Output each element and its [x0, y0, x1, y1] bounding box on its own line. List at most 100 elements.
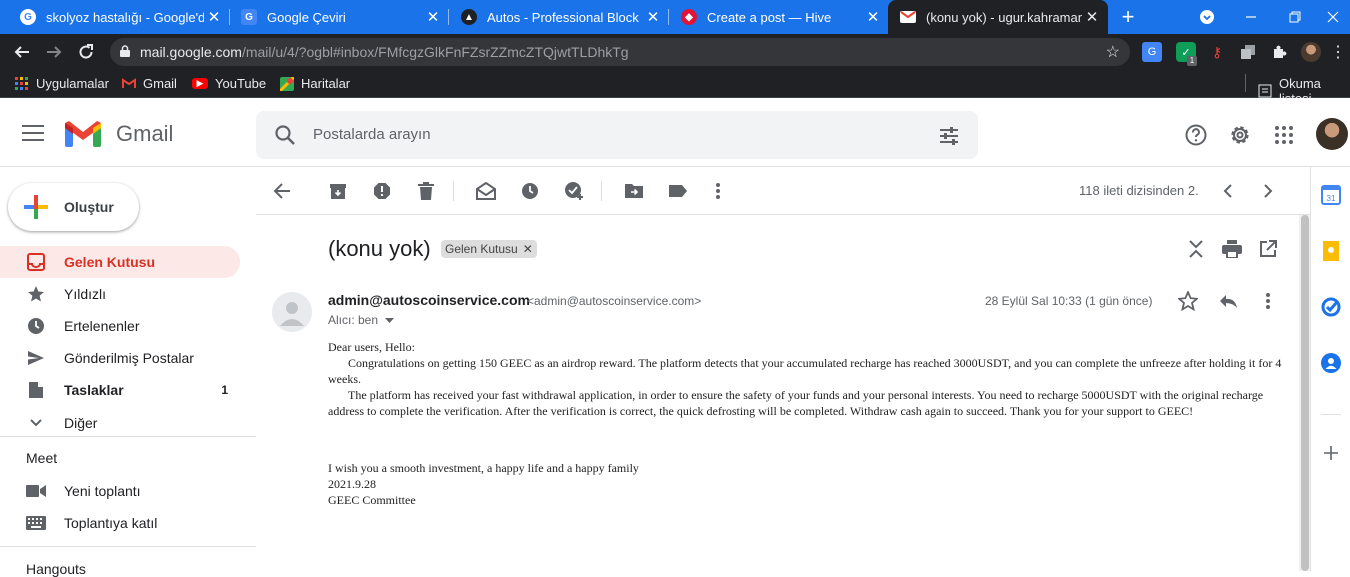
close-icon[interactable]: ✕ [423, 8, 443, 26]
account-avatar[interactable] [1316, 118, 1348, 150]
label-icon[interactable] [666, 179, 690, 203]
meet-new-meeting[interactable]: Yeni toplantı [0, 475, 240, 507]
forward-arrow-icon[interactable] [40, 38, 68, 66]
youtube-icon: ▶ [192, 78, 208, 89]
back-arrow-icon[interactable] [8, 38, 36, 66]
close-icon[interactable]: ✕ [204, 8, 224, 26]
sidebar-item-drafts[interactable]: Taslaklar 1 [0, 374, 240, 406]
close-icon[interactable]: ✕ [643, 8, 663, 26]
sender-name[interactable]: admin@autoscoinservice.com [328, 292, 530, 308]
more-actions-icon[interactable] [706, 179, 730, 203]
more-vert-icon[interactable] [1256, 289, 1280, 313]
star-icon[interactable] [1176, 289, 1200, 313]
delete-icon[interactable] [414, 179, 438, 203]
gmail-logo-icon[interactable] [64, 120, 102, 148]
sidebar-item-more[interactable]: Diğer [0, 407, 240, 439]
browser-tab-gmail[interactable]: (konu yok) - ugur.kahraman4 ✕ [888, 0, 1108, 34]
gear-icon[interactable] [1228, 123, 1252, 147]
browser-tab-google-search[interactable]: G skolyoz hastalığı - Google'da Ara ✕ [8, 0, 230, 34]
sidebar-item-starred[interactable]: Yıldızlı [0, 278, 240, 310]
mail-search-bar[interactable]: Postalarda arayın [256, 111, 978, 159]
reply-icon[interactable] [1216, 289, 1240, 313]
reload-icon[interactable] [72, 38, 100, 66]
main-menu-icon[interactable] [22, 125, 44, 143]
compose-plus-icon [22, 193, 50, 221]
back-to-inbox-icon[interactable] [270, 179, 294, 203]
collapse-all-icon[interactable] [1184, 237, 1208, 261]
snooze-icon[interactable] [518, 179, 542, 203]
report-spam-icon[interactable] [370, 179, 394, 203]
compose-button[interactable]: Oluştur [8, 183, 139, 231]
drafts-count: 1 [221, 383, 228, 397]
meet-join-meeting[interactable]: Toplantıya katıl [0, 507, 240, 539]
search-input[interactable]: Postalarda arayın [313, 126, 431, 143]
next-message-icon[interactable] [1256, 179, 1280, 203]
browser-tab-translate[interactable]: G Google Çeviri ✕ [229, 0, 449, 34]
apps-grid-icon [15, 76, 29, 91]
browser-tab-autos[interactable]: ▲ Autos - Professional Block Chain ✕ [449, 0, 669, 34]
message-view: 118 ileti dizisinden 2. (konu yok) Gelen… [256, 167, 1310, 571]
previous-message-icon[interactable] [1216, 179, 1240, 203]
sidebar-item-inbox[interactable]: Gelen Kutusu [0, 246, 240, 278]
rail-divider [1321, 414, 1341, 415]
tab-search-icon[interactable] [1185, 0, 1229, 34]
message-date: 28 Eylül Sal 10:33 (1 gün önce) [985, 294, 1153, 308]
profile-avatar-icon[interactable] [1301, 42, 1321, 62]
mark-unread-icon[interactable] [474, 179, 498, 203]
maps-icon [280, 76, 294, 91]
google-apps-icon[interactable] [1272, 123, 1296, 147]
new-tab-button[interactable]: + [1107, 0, 1149, 34]
inbox-icon [26, 252, 46, 272]
translate-extension-icon[interactable]: G [1142, 42, 1162, 62]
more-vert-icon[interactable]: ⋮ [1328, 42, 1348, 62]
lock-icon [120, 44, 130, 60]
contacts-icon[interactable] [1319, 351, 1343, 375]
search-options-icon[interactable] [938, 125, 960, 147]
bookmarks-bar: Uygulamalar Gmail ▶ YouTube Haritalar Ok… [0, 70, 1350, 106]
sidebar-item-label: Yıldızlı [64, 286, 107, 302]
remove-label-icon[interactable]: ✕ [523, 242, 533, 256]
recipient-details[interactable]: Alıcı: ben [328, 313, 395, 327]
gmail-wordmark: Gmail [116, 121, 174, 146]
minimize-icon[interactable] [1229, 0, 1273, 34]
bookmark-apps[interactable]: Uygulamalar [15, 76, 109, 91]
recipient-text: Alıcı: ben [328, 313, 379, 327]
help-icon[interactable] [1184, 123, 1208, 147]
bookmark-youtube[interactable]: ▶ YouTube [192, 76, 266, 91]
bookmark-star-icon[interactable]: ☆ [1106, 42, 1120, 62]
print-icon[interactable] [1220, 237, 1244, 261]
browser-tab-strip: G skolyoz hastalığı - Google'da Ara ✕ G … [0, 0, 1350, 34]
window-close-icon[interactable] [1311, 0, 1350, 34]
add-to-tasks-icon[interactable] [562, 179, 586, 203]
tasks-icon[interactable] [1319, 295, 1343, 319]
sidebar-item-snoozed[interactable]: Ertelenenler [0, 310, 240, 342]
keep-icon[interactable] [1319, 239, 1343, 263]
address-bar[interactable]: mail.google.com /mail/u/4/?ogbl#inbox/FM… [110, 38, 1130, 66]
scrollbar[interactable] [1299, 215, 1310, 571]
sidebar-item-sent[interactable]: Gönderilmiş Postalar [0, 342, 240, 374]
puzzle-extensions-icon[interactable] [1269, 42, 1289, 62]
calendar-icon[interactable]: 31 [1319, 183, 1343, 207]
bookmark-maps[interactable]: Haritalar [280, 76, 350, 91]
key-extension-icon[interactable]: ⚷ [1207, 42, 1227, 62]
move-to-icon[interactable] [622, 179, 646, 203]
copy-extension-icon[interactable] [1238, 42, 1258, 62]
close-icon[interactable]: ✕ [1082, 8, 1102, 26]
scrollbar-thumb[interactable] [1301, 215, 1309, 571]
google-icon: G [20, 9, 36, 25]
browser-tab-hive[interactable]: ◆ Create a post — Hive ✕ [669, 0, 889, 34]
sender-avatar [272, 292, 312, 332]
search-icon[interactable] [274, 124, 296, 146]
tab-title: Google Çeviri [267, 9, 346, 25]
archive-icon[interactable] [326, 179, 350, 203]
bookmark-gmail[interactable]: Gmail [122, 76, 177, 91]
svg-text:31: 31 [1327, 194, 1336, 203]
translate-icon: G [241, 9, 257, 25]
draft-icon [26, 380, 46, 400]
close-icon[interactable]: ✕ [863, 8, 883, 26]
add-addon-icon[interactable] [1319, 441, 1343, 465]
body-paragraph: The platform has received your fast with… [328, 388, 1264, 418]
inbox-label-chip[interactable]: Gelen Kutusu ✕ [441, 240, 537, 258]
url-host: mail.google.com [140, 44, 242, 60]
open-new-window-icon[interactable] [1256, 237, 1280, 261]
